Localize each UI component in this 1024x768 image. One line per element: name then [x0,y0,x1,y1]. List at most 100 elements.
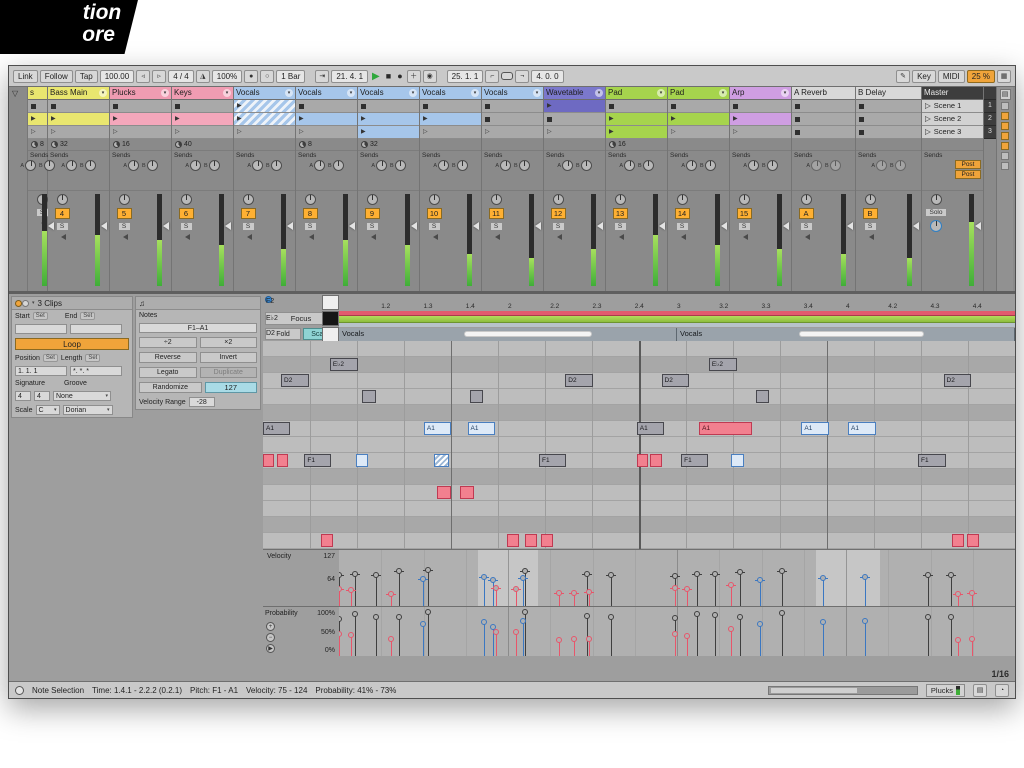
knob-icon[interactable] [581,160,592,171]
clip-slot[interactable]: ▶ [358,113,419,126]
velocity-marker[interactable] [972,550,973,606]
send-a-knob[interactable]: A [743,160,759,171]
velocity-circle-icon[interactable] [481,574,487,580]
speaker-icon[interactable] [120,234,128,240]
velocity-circle-icon[interactable] [493,585,499,591]
velocity-marker[interactable] [731,550,732,606]
probability-circle-icon[interactable] [608,614,614,620]
track-activator-number[interactable]: 14 [675,208,690,219]
probability-marker[interactable] [516,607,517,656]
midi-note[interactable]: A1 [801,422,829,435]
nudge-up-icon[interactable]: ▹ [152,70,166,83]
track-activator-number[interactable]: 5 [117,208,132,219]
knob-icon[interactable] [895,160,906,171]
clip-slot[interactable] [110,100,171,113]
orange-toggle[interactable] [1001,142,1009,150]
velocity-marker[interactable] [958,550,959,606]
clip-slot[interactable]: ▷ [28,126,47,139]
clip-slot[interactable] [482,113,543,126]
track-dropdown-icon[interactable]: ▾ [657,89,665,97]
speaker-icon[interactable] [866,234,874,240]
velocity-circle-icon[interactable] [339,586,342,592]
knob-icon[interactable] [376,160,387,171]
clip-slot[interactable]: ▷ [482,126,543,139]
probability-marker[interactable] [391,607,392,656]
fader-handle[interactable] [593,222,603,230]
send-b-knob[interactable]: B [638,160,654,171]
track-activator-number[interactable]: A [799,208,814,219]
send-b-knob[interactable]: B [890,160,906,171]
pan-knob[interactable] [367,194,378,205]
velocity-marker[interactable] [928,550,929,606]
clip-slot[interactable]: ▶ [234,100,295,113]
probability-marker[interactable] [589,607,590,656]
send-a-knob[interactable]: A [123,160,139,171]
track-activator-number[interactable]: 12 [551,208,566,219]
midi-note[interactable] [731,454,743,467]
probability-circle-icon[interactable] [556,637,562,643]
knob-icon[interactable] [500,160,511,171]
scene-slot[interactable]: ▷Scene 3 [922,126,983,139]
velocity-circle-icon[interactable] [586,589,592,595]
add-lane-button[interactable]: + [266,622,275,631]
midi-note[interactable]: D2 [662,374,690,387]
start-set-button[interactable]: Set [33,312,48,320]
knob-icon[interactable] [271,160,282,171]
midi-note[interactable]: A1 [263,422,290,435]
velocity-circle-icon[interactable] [373,572,379,578]
pan-knob[interactable] [553,194,564,205]
speaker-icon[interactable] [430,234,438,240]
solo-button[interactable]: S [800,222,813,231]
track-activator-number[interactable]: 11 [489,208,504,219]
midi-note[interactable] [967,534,979,547]
send-a-knob[interactable]: A [495,160,511,171]
knob-icon[interactable] [209,160,220,171]
fader-handle[interactable] [44,222,54,230]
probability-circle-icon[interactable] [388,636,394,642]
loop-start[interactable]: 25. 1. 1 [447,70,484,83]
signature-denominator[interactable]: 4 [34,391,50,401]
send-a-knob[interactable]: A [806,160,822,171]
solo-button[interactable]: S [118,222,131,231]
clip-slot[interactable] [358,100,419,113]
key-map-button[interactable]: Key [912,70,936,83]
post-b-toggle[interactable]: Post [955,170,981,179]
punch-in-icon[interactable]: ⌐ [485,70,499,83]
note-grid[interactable]: E♭2E♭2D2D2D2D2A1A1A1A1A1A1A1F1F1F1F1 [263,341,1015,549]
clip-slot[interactable]: ▶ [730,113,791,126]
tempo-display[interactable]: 100.00 [100,70,134,83]
knob-icon[interactable] [624,160,635,171]
fader-handle[interactable] [469,222,479,230]
track-header[interactable]: Pad▾ [668,87,729,100]
track-header[interactable]: B Delay [856,87,921,100]
knob-icon[interactable] [314,160,325,171]
pan-knob[interactable] [119,194,130,205]
send-a-knob[interactable]: A [619,160,635,171]
knob-icon[interactable] [25,160,36,171]
clip-slot[interactable] [544,113,605,126]
probability-circle-icon[interactable] [373,614,379,620]
session-record-icon[interactable]: ◉ [423,70,437,83]
velocity-marker[interactable] [523,550,524,606]
fader-handle[interactable] [283,222,293,230]
clip-slot[interactable]: ▶ [28,113,47,126]
piano-key[interactable] [322,327,339,342]
scene-slot[interactable]: ▷Scene 1 [922,100,983,113]
clip-slot[interactable] [172,100,233,113]
orange-toggle[interactable] [1001,122,1009,130]
track-activator-number[interactable]: 9 [365,208,380,219]
track-header[interactable]: Vocals▾ [482,87,543,100]
midi-note[interactable]: F1 [918,454,946,467]
overdub-icon[interactable]: ＋ [407,70,421,83]
clip-slot[interactable] [28,100,47,113]
send-b-knob[interactable]: B [390,160,406,171]
probability-marker[interactable] [715,607,716,656]
probability-marker[interactable] [423,607,424,656]
scale-name-select[interactable]: Dorian▾ [63,405,113,415]
midi-note[interactable] [277,454,288,467]
send-b-knob[interactable]: B [328,160,344,171]
probability-marker[interactable] [399,607,400,656]
track-activator-number[interactable]: 4 [55,208,70,219]
clip-slot[interactable] [792,126,855,139]
clip-slot[interactable]: ▶ [110,113,171,126]
